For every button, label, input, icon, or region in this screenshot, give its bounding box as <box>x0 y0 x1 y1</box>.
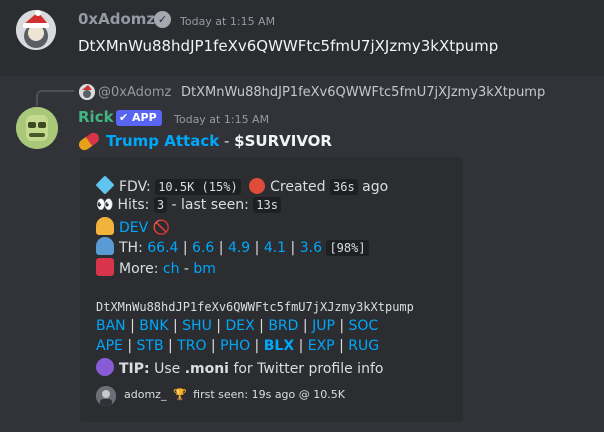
last-seen-label: - last seen: <box>171 197 249 213</box>
fdv-row: FDV: 10.5K (15%) Created 36s ago <box>95 175 389 195</box>
link-rug[interactable]: RUG <box>348 338 379 354</box>
th-total: [98%] <box>326 240 369 256</box>
more-label: More: <box>119 261 159 277</box>
santa-avatar[interactable] <box>16 10 56 50</box>
tip-label: TIP: <box>119 361 150 377</box>
tip-command: .moni <box>184 361 229 377</box>
th-label: TH: <box>119 240 143 256</box>
contract-address[interactable]: DtXMnWu88hdJP1feXv6QWWFtc5fmU7jXJzmy3kXt… <box>96 300 414 314</box>
token-title: Trump Attack - $SURVIVOR <box>76 130 332 153</box>
created-value: 36s <box>330 179 358 195</box>
dev-row: DEV 🚫 <box>96 217 170 236</box>
link-shu[interactable]: SHU <box>182 318 212 334</box>
hits-value: 3 <box>153 197 168 213</box>
link-jup[interactable]: JUP <box>312 318 335 334</box>
eye-icon <box>96 358 114 376</box>
rick-avatar[interactable] <box>16 107 58 149</box>
people-icon <box>96 237 114 255</box>
app-badge: ✔ APP <box>116 110 162 126</box>
more-link-bm[interactable]: bm <box>193 261 216 277</box>
th-value-link[interactable]: 6.6 <box>192 240 214 256</box>
link-ban[interactable]: BAN <box>96 318 126 334</box>
message-content: DtXMnWu88hdJP1feXv6QWWFtc5fmU7jXJzmy3kXt… <box>78 37 499 55</box>
reply-username[interactable]: @0xAdomz <box>98 85 171 100</box>
tip-text-prefix: Use <box>154 361 181 377</box>
footer-username: adomz_ <box>124 388 167 401</box>
fdv-label: FDV: <box>119 179 151 195</box>
contract-address-row: DtXMnWu88hdJP1feXv6QWWFtc5fmU7jXJzmy3kXt… <box>96 299 414 315</box>
link-bnk[interactable]: BNK <box>139 318 168 334</box>
bot-timestamp[interactable]: Today at 1:15 AM <box>174 113 269 126</box>
gem-icon <box>95 175 115 195</box>
reply-connector <box>36 90 74 106</box>
keyboard-icon <box>96 258 114 276</box>
embed-footer: adomz_ 🏆 first seen: 19s ago @ 10.5K <box>124 388 345 401</box>
th-value-link[interactable]: 4.9 <box>228 240 250 256</box>
developer-icon <box>96 217 114 235</box>
link-exp[interactable]: EXP <box>308 338 335 354</box>
hits-row: 👀 Hits: 3 - last seen: 13s <box>96 197 281 213</box>
pill-icon <box>76 130 102 153</box>
tip-row: TIP: Use .moni for Twitter profile info <box>96 358 383 377</box>
more-row: More: ch - bm <box>96 258 216 277</box>
links-row-2: APE | STB | TRO | PHO | BLX | EXP | RUG <box>96 338 380 354</box>
created-suffix: ago <box>362 179 389 195</box>
link-ape[interactable]: APE <box>96 338 123 354</box>
footer-text: first seen: 19s ago @ 10.5K <box>193 388 345 401</box>
reply-text[interactable]: DtXMnWu88hdJP1feXv6QWWFtc5fmU7jXJzmy3kXt… <box>181 85 545 100</box>
links-row-1: BAN | BNK | SHU | DEX | BRD | JUP | SOC <box>96 318 379 334</box>
message-timestamp[interactable]: Today at 1:15 AM <box>180 15 275 28</box>
more-link-ch[interactable]: ch <box>163 261 180 277</box>
eyes-icon: 👀 <box>96 197 114 213</box>
footer-avatar <box>96 386 116 406</box>
link-brd[interactable]: BRD <box>268 318 298 334</box>
verified-icon: ✓ <box>154 11 171 28</box>
top-holders-row: TH: 66.4 | 6.6 | 4.9 | 4.1 | 3.6 [98%] <box>96 237 369 256</box>
th-value-link[interactable]: 3.6 <box>300 240 322 256</box>
last-seen-value: 13s <box>253 197 281 213</box>
link-soc[interactable]: SOC <box>349 318 379 334</box>
no-entry-icon: 🚫 <box>152 220 171 236</box>
bot-username[interactable]: Rick <box>78 108 114 126</box>
link-dex[interactable]: DEX <box>225 318 254 334</box>
fdv-value: 10.5K (15%) <box>155 179 241 195</box>
message-username[interactable]: 0xAdomz <box>78 10 155 28</box>
title-separator: - <box>219 132 235 150</box>
th-value-link[interactable]: 66.4 <box>147 240 178 256</box>
link-pho[interactable]: PHO <box>220 338 250 354</box>
th-value-link[interactable]: 4.1 <box>264 240 286 256</box>
link-stb[interactable]: STB <box>137 338 164 354</box>
reply-avatar[interactable] <box>79 84 95 100</box>
link-blx[interactable]: BLX <box>264 338 294 354</box>
tip-text-suffix: for Twitter profile info <box>233 361 384 377</box>
hits-label: Hits: <box>117 197 150 213</box>
alarm-clock-icon <box>249 178 266 194</box>
token-ticker: $SURVIVOR <box>234 132 332 150</box>
created-label: Created <box>270 179 326 195</box>
link-tro[interactable]: TRO <box>177 338 206 354</box>
dev-link[interactable]: DEV <box>119 220 148 236</box>
app-badge-label: APP <box>132 111 157 124</box>
check-icon: ✔ <box>119 111 133 124</box>
trophy-icon: 🏆 <box>172 388 187 401</box>
token-name-link[interactable]: Trump Attack <box>106 132 219 150</box>
